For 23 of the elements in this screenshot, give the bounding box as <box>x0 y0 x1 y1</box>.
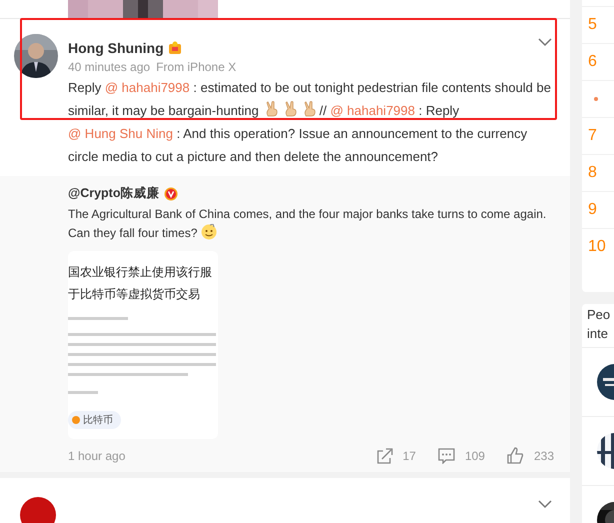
rank-number: 7 <box>588 127 597 145</box>
comment-text: Reply @ hahahi7998 : estimated to be out tonight pedestrian file contents should be similar, it may be bargain-hunting // @ hahahi7998 : Reply @ Hung Shu Ning : And this operation? Issue an announcement to the currency circle media to cut a picture and then delete the announcement? <box>68 79 552 166</box>
post-source: From iPhone X <box>156 60 236 74</box>
rank-number: 10 <box>588 238 606 256</box>
post-time: 40 minutes ago <box>68 60 150 74</box>
section-title: inte <box>587 325 609 343</box>
rank-number: 8 <box>588 164 597 182</box>
rank-number: 5 <box>588 16 597 34</box>
rank-number: 6 <box>588 53 597 71</box>
like-count: 233 <box>534 448 554 462</box>
headline-text: 于比特币等虚拟货币交易 <box>68 286 201 303</box>
post-time: 1 hour ago <box>68 448 126 462</box>
image-card[interactable]: 国农业银行禁止使用该行服 于比特币等虚拟货币交易 比特币 <box>68 251 218 439</box>
post-text: The Agricultural Bank of China comes, and the four major banks take turns to come again. Can they fall four times? <box>68 206 548 242</box>
topic-tag[interactable]: 比特币 <box>68 411 121 429</box>
author-name[interactable]: Hong Shuning <box>68 40 164 56</box>
rank-number: 9 <box>588 201 597 219</box>
repost-count: 17 <box>402 448 416 462</box>
headline-text: 国农业银行禁止使用该行服 <box>68 264 213 281</box>
author-name[interactable]: @Crypto陈威廉 <box>68 185 160 202</box>
comment-count: 109 <box>464 448 485 462</box>
section-title: Peo <box>587 306 612 324</box>
tag-label: 比特币 <box>83 414 113 427</box>
